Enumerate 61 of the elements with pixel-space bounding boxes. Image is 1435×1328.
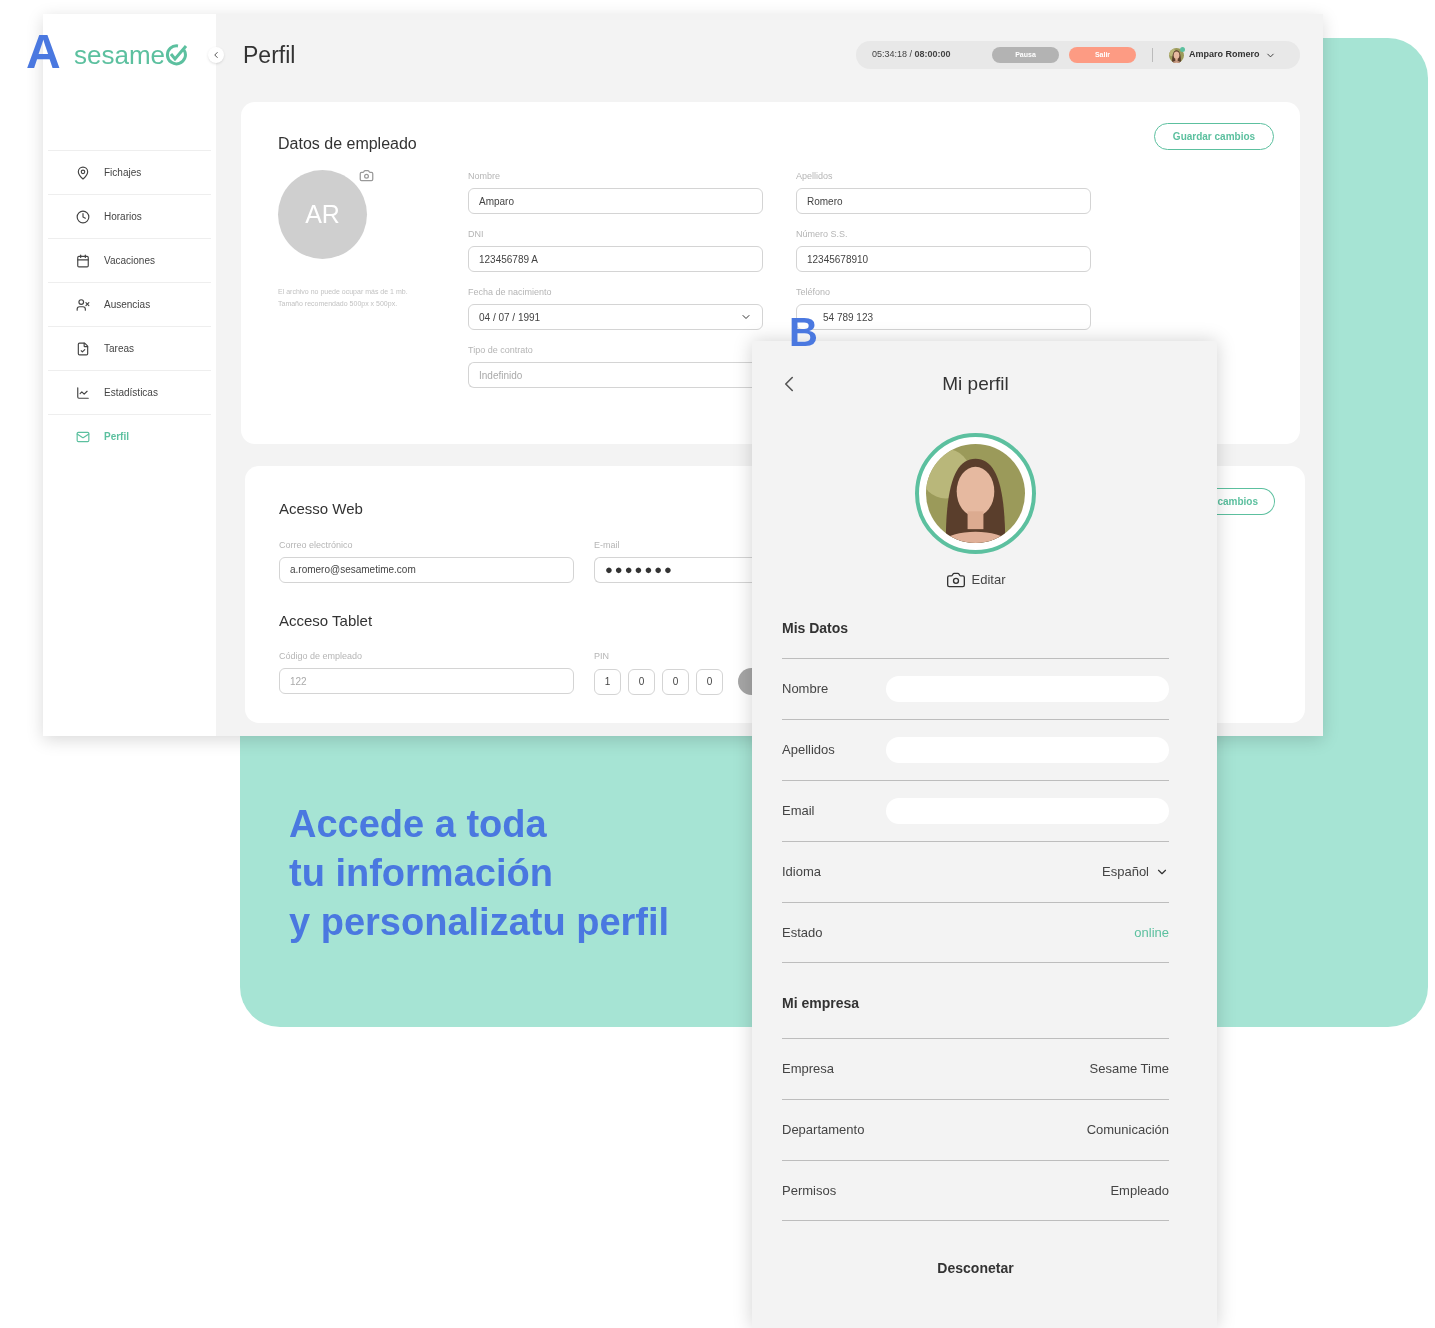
section-title: Acesso Web	[279, 499, 363, 519]
row-label: Apellidos	[782, 741, 835, 760]
chevron-left-icon	[211, 50, 221, 60]
row-label: Empresa	[782, 1060, 835, 1079]
field-label: Teléfono	[796, 286, 831, 298]
user-menu[interactable]: Amparo Romero	[1169, 47, 1276, 63]
row-label: Permisos	[782, 1181, 837, 1200]
input-field[interactable]: 12345678910	[796, 246, 1091, 272]
field-label: Código de empleado	[279, 650, 363, 662]
row-label: Idioma	[782, 863, 822, 882]
row-label: Nombre	[782, 680, 829, 699]
row-value: Comunicación	[1086, 1121, 1169, 1140]
timer-text: 05:34:18 / 08:00:00	[872, 48, 952, 62]
input-field[interactable]: Romero	[796, 188, 1091, 214]
sidebar-item[interactable]: Ausencias	[48, 282, 211, 326]
field-label: Número S.S.	[796, 228, 848, 240]
headline: Accede a toda tu información y personalizatu perfil	[289, 802, 670, 945]
pin-digit[interactable]: 0	[696, 668, 723, 695]
field-label: Fecha de nacimiento	[468, 286, 552, 298]
field-label: DNI	[468, 228, 484, 240]
field-label: Apellidos	[796, 170, 833, 182]
row-label: Departamento	[782, 1121, 865, 1140]
input-field[interactable]: Amparo	[468, 188, 763, 214]
page-title: Perfil	[242, 40, 296, 70]
screen-title: Mi perfil	[942, 371, 1009, 396]
pin-digit[interactable]: 0	[628, 668, 655, 695]
row-label: Estado	[782, 923, 823, 942]
language-select[interactable]: Español	[1102, 862, 1169, 882]
sidebar-item[interactable]: Fichajes	[48, 150, 211, 194]
logo: sesame	[74, 42, 189, 68]
collapse-button[interactable]	[208, 47, 224, 63]
sidebar-item[interactable]: Estadísticas	[48, 370, 211, 414]
section-title: Mis Datos	[782, 620, 849, 636]
field-label: Tipo de contrato	[468, 344, 533, 356]
field-label: Correo electrónico	[279, 538, 353, 551]
row-value: Sesame Time	[1089, 1060, 1169, 1079]
card-title: Datos de empleado	[278, 134, 417, 154]
sidebar-item[interactable]: Horarios	[48, 194, 211, 238]
pin-digit[interactable]: 0	[662, 668, 689, 695]
field-label: Nombre	[468, 170, 500, 182]
camera-icon	[945, 570, 966, 590]
row-value: Empleado	[1110, 1181, 1169, 1200]
field-label: PIN	[594, 650, 610, 662]
input-field[interactable]: 123456789 A	[468, 246, 763, 272]
sidebar-item[interactable]: Vacaciones	[48, 238, 211, 282]
row-label: Email	[782, 802, 815, 821]
input-field[interactable]: ●●●●●●●	[594, 556, 752, 583]
pin-digit[interactable]: 1	[594, 668, 621, 695]
status-value: online	[1134, 923, 1169, 942]
marker-letter: A	[26, 28, 61, 76]
field-label: E-mail	[594, 538, 620, 551]
edit-photo-link[interactable]: Editar	[945, 570, 1006, 590]
section-title: Acceso Tablet	[279, 610, 373, 631]
camera-icon[interactable]	[359, 168, 374, 183]
input-field[interactable]: a.romero@sesametime.com	[279, 556, 574, 583]
section-title: Mi empresa	[782, 995, 860, 1011]
round-button[interactable]	[738, 668, 752, 695]
date-select[interactable]: 04 / 07 / 1991	[468, 304, 763, 330]
check-icon	[164, 43, 189, 67]
sidebar-item[interactable]: Tareas	[48, 326, 211, 370]
logout-button[interactable]: Desconetar	[937, 1258, 1014, 1279]
